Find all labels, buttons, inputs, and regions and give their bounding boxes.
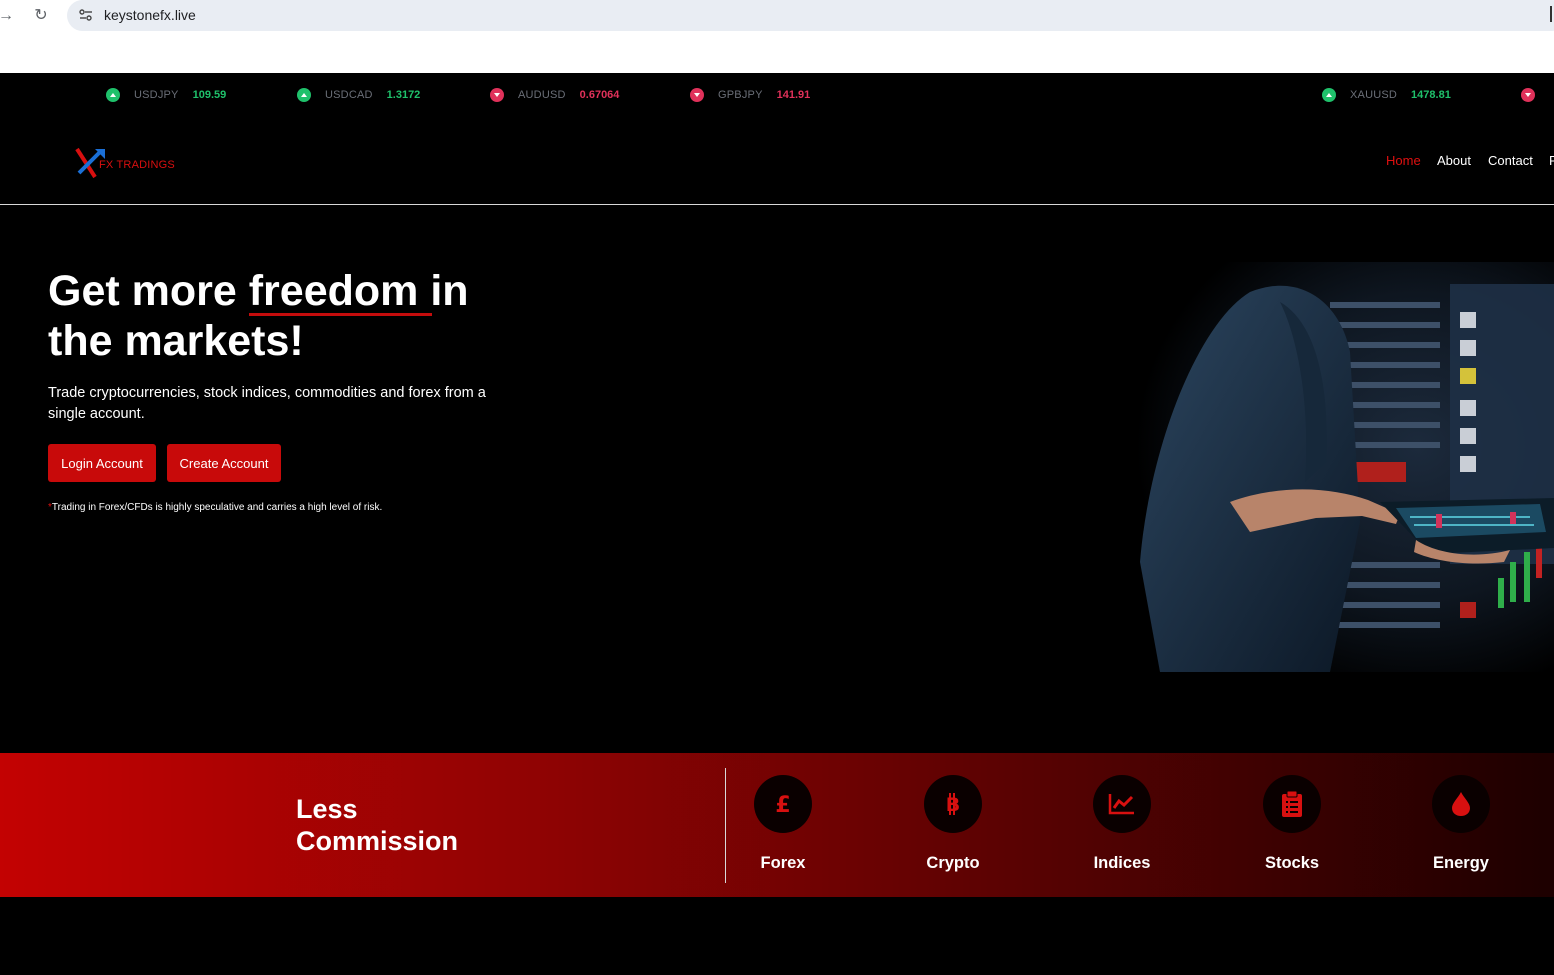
arrow-down-icon — [690, 88, 704, 102]
ticker-value: 1478.81 — [1411, 89, 1451, 101]
reload-icon[interactable]: ↻ — [31, 6, 51, 26]
market-label: Forex — [760, 854, 806, 872]
arrow-up-icon — [1322, 88, 1336, 102]
hero-trader-image — [1100, 262, 1554, 672]
hero-title-part: Get more — [48, 267, 249, 315]
arrow-down-icon — [490, 88, 504, 102]
market-label: Energy — [1433, 854, 1489, 872]
arrow-up-icon — [297, 88, 311, 102]
price-ticker: USDJPY 109.59 USDCAD 1.3172 AUDUSD 0.670… — [0, 73, 1554, 117]
svg-text:£: £ — [775, 793, 790, 817]
ticker-symbol: GPBJPY — [718, 89, 763, 101]
logo-text[interactable]: FX TRADINGS — [99, 159, 175, 171]
ticker-symbol: USDCAD — [325, 89, 373, 101]
browser-toolbar: → ↻ keystonefx.live — [0, 0, 1554, 32]
hero-title: Get more freedom in the markets! — [48, 266, 508, 366]
ticker-item: USDCAD 1.3172 — [297, 87, 420, 103]
site-header: FX TRADINGS Home About Contact F — [0, 117, 1554, 205]
site-info-icon[interactable] — [77, 6, 95, 24]
hero-subtitle: Trade cryptocurrencies, stock indices, c… — [48, 385, 486, 422]
ticker-item: USDJPY 109.59 — [106, 87, 226, 103]
clipboard-icon — [1263, 775, 1321, 833]
address-bar-edge — [1550, 6, 1552, 22]
risk-disclaimer: *Trading in Forex/CFDs is highly specula… — [48, 502, 382, 513]
ticker-value: 1.3172 — [386, 89, 421, 101]
chart-line-icon — [1093, 775, 1151, 833]
market-stocks[interactable]: Stocks — [1232, 775, 1352, 885]
market-energy[interactable]: Energy — [1401, 775, 1521, 885]
nav-home[interactable]: Home — [1386, 153, 1421, 168]
markets-band: Less Commission £ Forex B Crypto Indices — [0, 753, 1554, 897]
ticker-item: XAUUSD 1478.81 — [1322, 87, 1451, 103]
pound-icon: £ — [754, 775, 812, 833]
ticker-item — [1521, 87, 1549, 103]
hero-title-highlight: freedom — [248, 267, 419, 315]
ticker-value: 109.59 — [192, 89, 227, 101]
address-bar[interactable] — [67, 0, 1554, 31]
forward-arrow-icon[interactable]: → — [0, 6, 16, 26]
hero-title-part: in — [418, 267, 469, 315]
ticker-item: AUDUSD 0.67064 — [490, 87, 619, 103]
market-forex[interactable]: £ Forex — [723, 775, 843, 885]
risk-text: Trading in Forex/CFDs is highly speculat… — [51, 502, 383, 513]
bitcoin-icon: B — [924, 775, 982, 833]
ticker-symbol: USDJPY — [134, 89, 179, 101]
hero-title-line2: the markets! — [48, 317, 304, 365]
nav-contact[interactable]: Contact — [1488, 153, 1533, 168]
create-account-button[interactable]: Create Account — [167, 444, 281, 482]
ticker-item: GPBJPY 141.91 — [690, 87, 810, 103]
arrow-up-icon — [106, 88, 120, 102]
arrow-down-icon — [1521, 88, 1535, 102]
nav-truncated[interactable]: F — [1549, 153, 1554, 168]
market-indices[interactable]: Indices — [1062, 775, 1182, 885]
market-crypto[interactable]: B Crypto — [893, 775, 1013, 885]
band-title: Less Commission — [296, 794, 459, 856]
ticker-symbol: AUDUSD — [518, 89, 566, 101]
url-text[interactable]: keystonefx.live — [104, 7, 196, 23]
nav-about[interactable]: About — [1437, 153, 1471, 168]
title-underline — [249, 313, 432, 316]
ticker-symbol: XAUUSD — [1350, 89, 1398, 101]
market-label: Crypto — [926, 854, 980, 872]
ticker-value: 141.91 — [776, 89, 811, 101]
market-label: Stocks — [1264, 854, 1320, 872]
drop-icon — [1432, 775, 1490, 833]
page-top-strip — [0, 32, 1554, 73]
market-label: Indices — [1093, 854, 1151, 872]
login-account-button[interactable]: Login Account — [48, 444, 156, 482]
ticker-value: 0.67064 — [579, 89, 620, 101]
